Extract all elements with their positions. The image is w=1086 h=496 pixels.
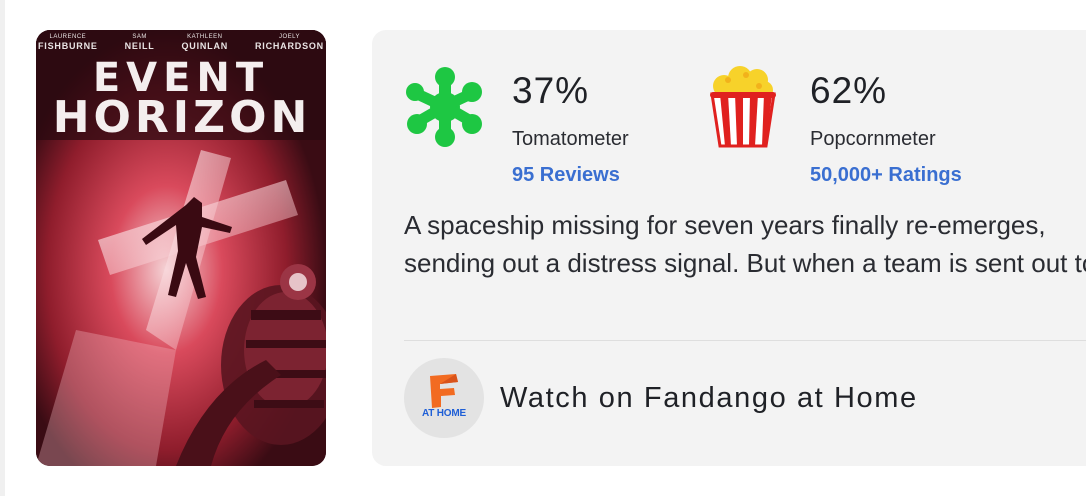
cast-last-name: RICHARDSON bbox=[254, 41, 324, 51]
popcornmeter-percent: 62% bbox=[810, 70, 888, 111]
divider bbox=[404, 340, 1086, 341]
cast-first-name: LAURENCE bbox=[49, 34, 87, 40]
cast-first-name: KATHLEEN bbox=[187, 34, 223, 40]
movie-poster[interactable]: LAURENCE FISHBURNE SAM NEILL KATHLEEN QU… bbox=[36, 30, 326, 466]
movie-synopsis: A spaceship missing for seven years fina… bbox=[404, 210, 1086, 278]
cast-last-name: FISHBURNE bbox=[38, 41, 98, 51]
page-left-edge bbox=[0, 0, 5, 496]
popcornmeter-ratings-link[interactable]: 50,000+ Ratings bbox=[810, 164, 962, 187]
tomatometer-label: Tomatometer bbox=[512, 128, 629, 150]
cast-last-name: QUINLAN bbox=[181, 41, 229, 51]
fandango-logo-text: AT HOME bbox=[422, 408, 466, 419]
cast-member: KATHLEEN QUINLAN bbox=[181, 34, 228, 51]
watch-label: Watch on Fandango at Home bbox=[500, 381, 918, 414]
watch-on-fandango-button[interactable]: AT HOME Watch on Fandango at Home bbox=[404, 358, 918, 438]
cast-member: SAM NEILL bbox=[125, 34, 155, 51]
cast-member: LAURENCE FISHBURNE bbox=[38, 34, 98, 51]
poster-cast-list: LAURENCE FISHBURNE SAM NEILL KATHLEEN QU… bbox=[36, 34, 326, 51]
poster-title-line2: HORIZON bbox=[52, 92, 312, 143]
fandango-f-icon bbox=[430, 374, 458, 408]
fandango-at-home-icon: AT HOME bbox=[404, 358, 484, 438]
tomatometer-reviews-link[interactable]: 95 Reviews bbox=[512, 164, 620, 187]
cast-last-name: NEILL bbox=[124, 41, 155, 51]
popcornmeter-label: Popcornmeter bbox=[810, 128, 936, 150]
cast-first-name: JOELY bbox=[278, 34, 301, 40]
cast-member: JOELY RICHARDSON bbox=[255, 34, 324, 51]
scores-card: 37% Tomatometer 95 Reviews 62% Popcornme… bbox=[372, 30, 1086, 466]
splat-rotten-icon bbox=[406, 67, 482, 147]
cast-first-name: SAM bbox=[132, 34, 147, 40]
popcorn-bucket-icon bbox=[710, 66, 776, 148]
tomatometer-percent: 37% bbox=[512, 70, 590, 111]
